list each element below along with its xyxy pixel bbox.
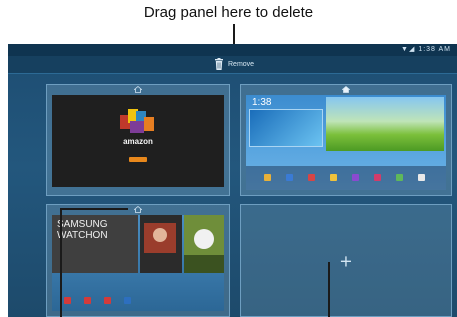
app-icon bbox=[330, 174, 337, 181]
trash-icon bbox=[215, 58, 223, 70]
amazon-logo: amazon bbox=[123, 137, 153, 146]
remove-drop-zone[interactable]: Remove bbox=[8, 56, 457, 74]
app-icon bbox=[64, 297, 71, 304]
home-panel-main[interactable]: 1:38 bbox=[240, 84, 452, 196]
app-dock bbox=[246, 166, 446, 190]
signal-icon: ▼◢ bbox=[401, 46, 416, 53]
callout-leader-home-icon-h bbox=[60, 208, 128, 210]
app-icon bbox=[124, 297, 131, 304]
status-time: 1:38 AM bbox=[418, 46, 451, 53]
app-icon bbox=[84, 297, 91, 304]
home-panel-amazon[interactable]: amazon bbox=[46, 84, 230, 196]
callout-drag-to-delete: Drag panel here to delete bbox=[143, 4, 314, 21]
landscape-widget bbox=[326, 97, 444, 151]
app-icon bbox=[104, 297, 111, 304]
watchon-title: SAMSUNG WATCHON bbox=[57, 219, 108, 241]
remove-label: Remove bbox=[228, 61, 255, 68]
panel-preview: 1:38 bbox=[246, 95, 446, 190]
plus-icon[interactable]: + bbox=[339, 251, 352, 270]
wallpaper-widget bbox=[249, 109, 323, 147]
app-icon bbox=[396, 174, 403, 181]
app-icon bbox=[286, 174, 293, 181]
status-icons: ▼◢ 1:38 AM bbox=[401, 45, 451, 53]
home-icon[interactable] bbox=[134, 86, 142, 93]
watchon-thumbnails bbox=[140, 215, 224, 273]
amazon-apps-collage bbox=[120, 109, 154, 133]
app-icon bbox=[352, 174, 359, 181]
panel-preview: SAMSUNG WATCHON bbox=[52, 215, 224, 311]
app-icon bbox=[374, 174, 381, 181]
callout-leader-add bbox=[328, 262, 330, 317]
status-bar: ▼◢ 1:38 AM bbox=[8, 44, 457, 56]
amazon-get-started-button[interactable] bbox=[129, 157, 147, 162]
callout-leader-home-icon bbox=[60, 208, 62, 317]
app-icon bbox=[264, 174, 271, 181]
app-dock bbox=[52, 287, 224, 311]
home-icon[interactable] bbox=[134, 206, 142, 213]
clock-widget: 1:38 bbox=[252, 97, 272, 108]
home-panel-add[interactable]: + bbox=[240, 204, 452, 317]
watchon-widget: SAMSUNG WATCHON bbox=[52, 215, 138, 273]
home-panel-watchon[interactable]: SAMSUNG WATCHON bbox=[46, 204, 230, 317]
home-screen-editor: ▼◢ 1:38 AM Remove amazon 1:38 SAMSUNG WA… bbox=[8, 44, 457, 317]
home-icon[interactable] bbox=[342, 86, 350, 93]
app-icon bbox=[418, 174, 425, 181]
panel-preview: amazon bbox=[52, 95, 224, 187]
app-icon bbox=[308, 174, 315, 181]
